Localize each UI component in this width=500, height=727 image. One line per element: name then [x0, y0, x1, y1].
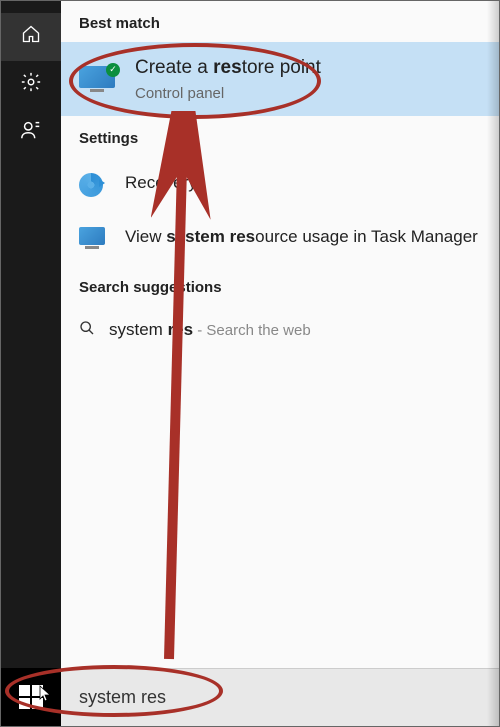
settings-item-label: View system resource usage in Task Manag… — [125, 225, 478, 250]
best-match-header: Best match — [61, 1, 499, 42]
feedback-icon — [20, 119, 42, 147]
best-match-result[interactable]: ✓ Create a restore point Control panel — [61, 42, 499, 116]
sidebar-home[interactable] — [1, 13, 61, 61]
search-bar[interactable] — [61, 668, 499, 726]
suggestion-text: system res - Search the web — [109, 320, 311, 340]
settings-header: Settings — [61, 116, 499, 157]
search-input[interactable] — [79, 687, 481, 708]
best-match-title: Create a restore point — [135, 56, 321, 81]
recovery-icon — [79, 173, 107, 197]
sidebar-feedback[interactable] — [1, 109, 61, 157]
search-results-panel: Best match ✓ Create a restore point Cont… — [61, 1, 499, 726]
settings-result-taskmanager[interactable]: View system resource usage in Task Manag… — [79, 211, 481, 265]
restore-point-icon: ✓ — [79, 66, 117, 92]
windows-logo-icon — [19, 685, 43, 709]
suggestions-header: Search suggestions — [61, 265, 499, 306]
start-button[interactable] — [1, 668, 61, 726]
home-icon — [21, 24, 41, 50]
search-icon — [79, 320, 95, 341]
task-manager-icon — [79, 227, 107, 251]
best-match-subtitle: Control panel — [135, 85, 321, 102]
settings-item-label: Recovery — [125, 171, 197, 196]
web-suggestion[interactable]: system res - Search the web — [79, 306, 481, 355]
sidebar-settings[interactable] — [1, 61, 61, 109]
cortana-sidebar — [1, 1, 61, 726]
settings-result-recovery[interactable]: Recovery — [79, 157, 481, 211]
gear-icon — [20, 71, 42, 99]
